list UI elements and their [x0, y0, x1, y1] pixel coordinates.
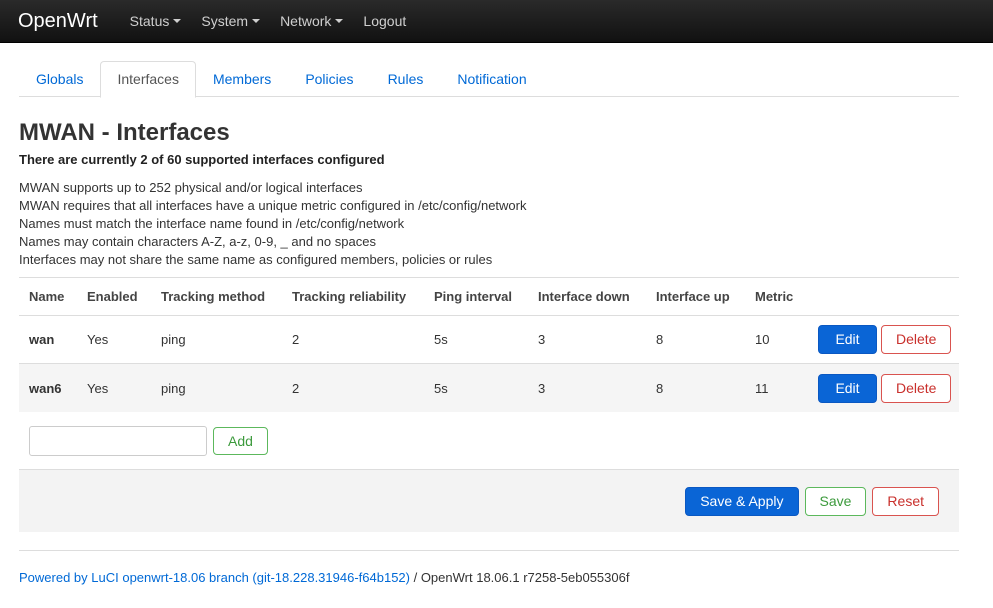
cell-tracking-reliability: 2	[292, 380, 300, 396]
edit-button[interactable]: Edit	[818, 325, 877, 354]
nav-status-label: Status	[129, 13, 170, 29]
cell-interface-up: 8	[656, 380, 664, 396]
row-actions: Edit Delete	[808, 325, 959, 354]
col-header-tracking-method: Tracking method	[161, 289, 266, 304]
info-line: Names may contain characters A-Z, a-z, 0…	[19, 234, 376, 249]
section-tabs: Globals Interfaces Members Policies Rule…	[19, 61, 959, 98]
cell-ping-interval: 5s	[434, 332, 448, 347]
info-line: Interfaces may not share the same name a…	[19, 252, 493, 267]
add-button[interactable]: Add	[213, 426, 268, 455]
interfaces-table: Name Enabled Tracking method Tracking re…	[19, 277, 959, 412]
col-header-interface-up: Interface up	[656, 289, 730, 304]
nav-system-menu[interactable]: System	[191, 13, 270, 29]
add-interface-row: Add	[19, 412, 959, 469]
cell-interface-up: 8	[656, 332, 664, 347]
caret-down-icon	[335, 19, 344, 23]
footer-text: Powered by LuCI openwrt-18.06 branch (gi…	[19, 570, 629, 585]
col-header-name: Name	[29, 289, 65, 304]
page-subtitle: There are currently 2 of 60 supported in…	[19, 152, 385, 167]
tab-notification[interactable]: Notification	[440, 61, 543, 97]
footer-divider	[19, 550, 959, 551]
caret-down-icon	[252, 19, 261, 23]
save-button[interactable]: Save	[804, 486, 867, 516]
col-header-tracking-reliability: Tracking reliability	[292, 289, 407, 304]
cell-interface-down: 3	[538, 332, 546, 347]
cell-ping-interval: 5s	[434, 380, 448, 396]
cell-tracking-method: ping	[161, 332, 186, 347]
cell-tracking-method: ping	[161, 380, 186, 396]
new-interface-name-input[interactable]	[29, 425, 207, 456]
col-header-metric: Metric	[755, 289, 794, 304]
edit-button[interactable]: Edit	[818, 373, 877, 403]
openwrt-version-text: / OpenWrt 18.06.1 r7258-5eb055306f	[409, 570, 630, 585]
cell-metric: 11	[755, 380, 769, 396]
cell-tracking-reliability: 2	[292, 332, 300, 347]
nav-network-label: Network	[280, 13, 332, 29]
brand-logo[interactable]: OpenWrt	[18, 10, 98, 33]
col-header-enabled: Enabled	[87, 289, 138, 304]
tab-interfaces[interactable]: Interfaces	[100, 61, 196, 98]
cell-name: wan	[29, 332, 55, 347]
info-line: MWAN requires that all interfaces have a…	[19, 198, 527, 213]
top-navbar: OpenWrt Status System Network Logout	[0, 0, 993, 43]
nav-status-menu[interactable]: Status	[120, 13, 192, 29]
nav-network-menu[interactable]: Network	[270, 13, 353, 29]
col-header-interface-down: Interface down	[538, 289, 630, 304]
table-row: wan Yes ping 2 5s 3 8 10 Edit Delete	[19, 316, 959, 364]
cell-enabled: Yes	[87, 380, 109, 396]
tab-members[interactable]: Members	[196, 61, 288, 97]
table-row: wan6 Yes ping 2 5s 3 8 11 Edit Delete	[19, 364, 959, 412]
save-apply-button[interactable]: Save & Apply	[685, 486, 799, 516]
form-actions-bar: Save & Apply Save Reset	[19, 469, 959, 532]
caret-down-icon	[173, 19, 182, 23]
tab-globals[interactable]: Globals	[19, 61, 100, 97]
info-line: MWAN supports up to 252 physical and/or …	[19, 180, 363, 195]
cell-interface-down: 3	[538, 380, 546, 396]
tab-policies[interactable]: Policies	[288, 61, 370, 97]
info-line: Names must match the interface name foun…	[19, 216, 405, 231]
row-actions: Edit Delete	[808, 373, 959, 403]
page-title: MWAN - Interfaces	[19, 119, 230, 146]
cell-metric: 10	[755, 332, 770, 347]
cell-enabled: Yes	[87, 332, 109, 347]
nav-system-label: System	[201, 13, 249, 29]
tab-rules[interactable]: Rules	[371, 61, 441, 97]
luci-version-link[interactable]: Powered by LuCI openwrt-18.06 branch (gi…	[19, 570, 410, 585]
reset-button[interactable]: Reset	[872, 486, 939, 516]
info-text: MWAN supports up to 252 physical and/or …	[19, 179, 526, 269]
delete-button[interactable]: Delete	[881, 373, 952, 403]
table-header-row: Name Enabled Tracking method Tracking re…	[19, 278, 959, 316]
col-header-ping-interval: Ping interval	[434, 289, 513, 304]
cell-name: wan6	[29, 380, 62, 396]
delete-button[interactable]: Delete	[881, 325, 952, 354]
nav-logout-link[interactable]: Logout	[353, 13, 416, 29]
